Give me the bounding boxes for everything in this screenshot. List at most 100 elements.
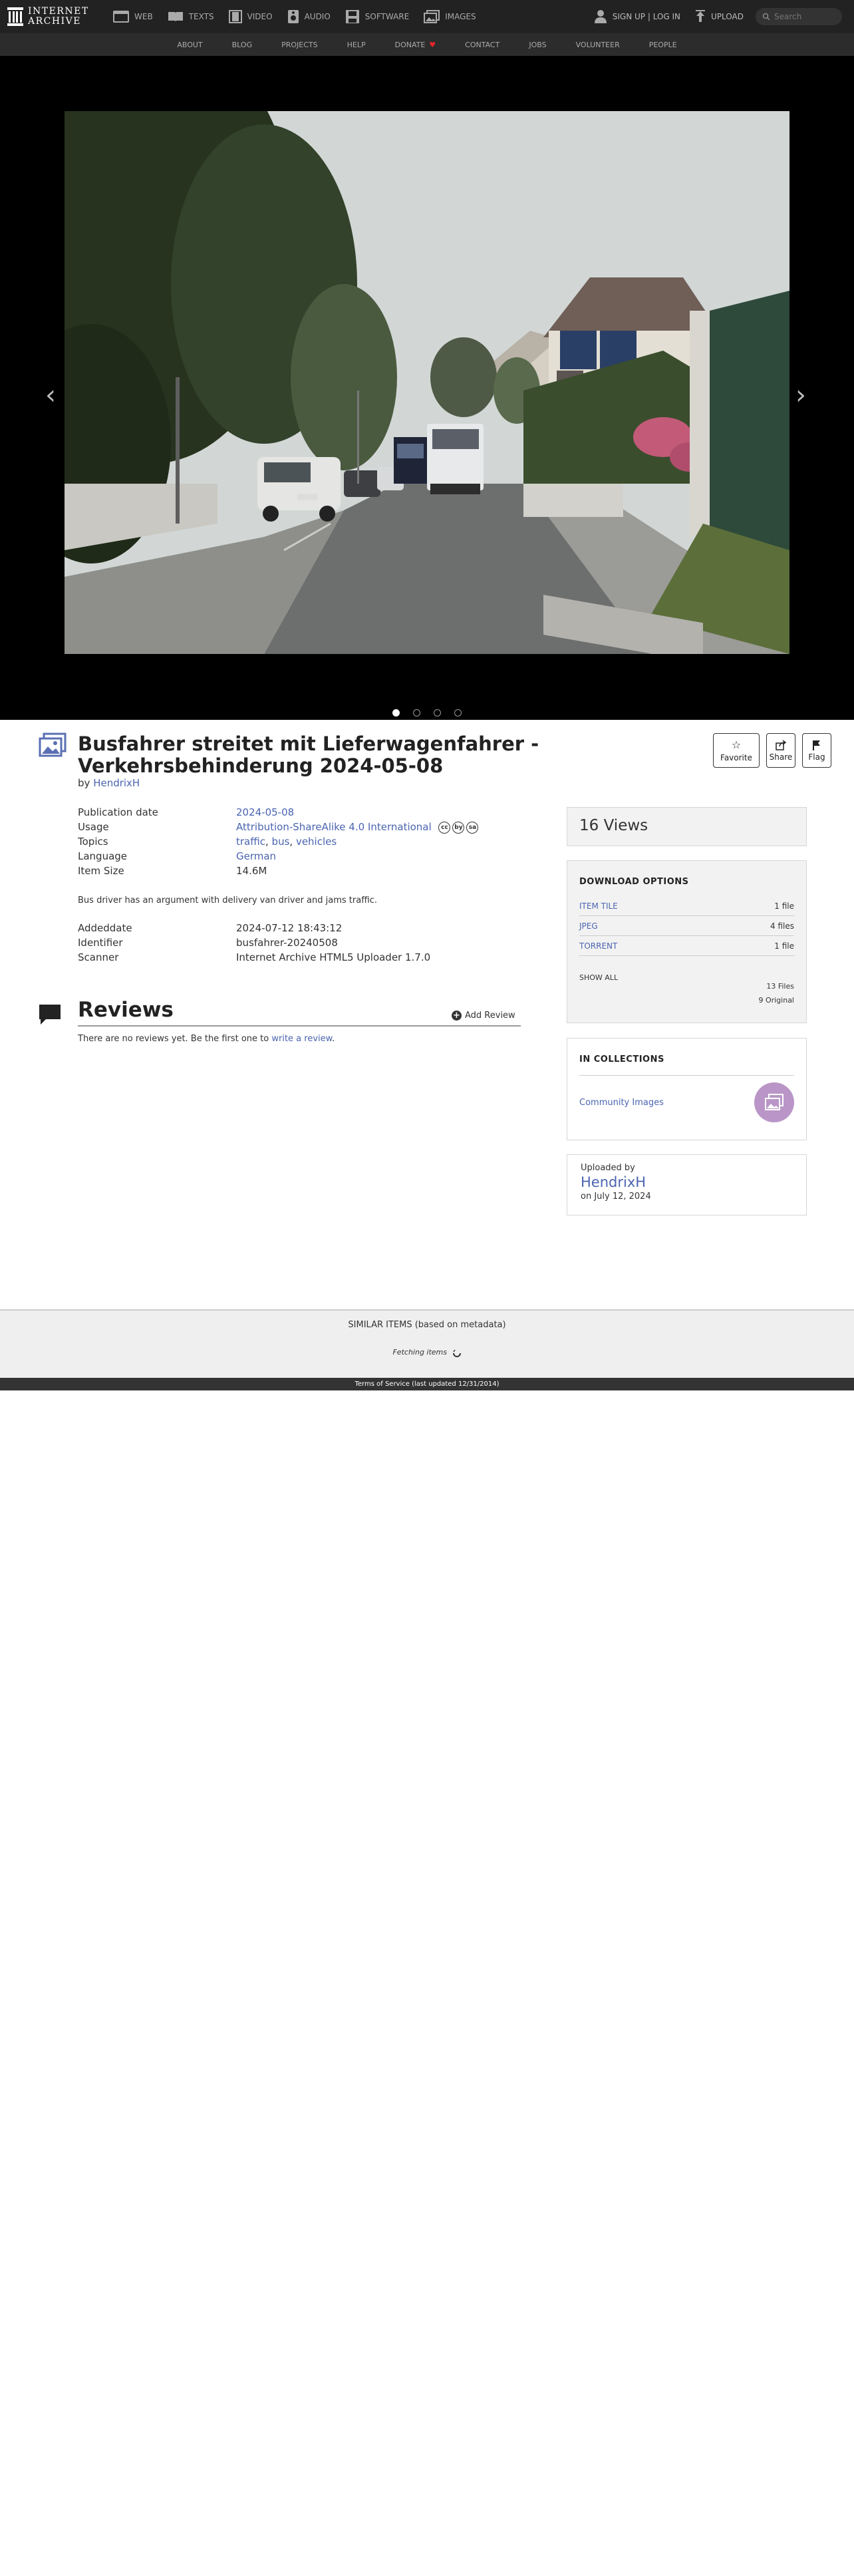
previous-image-button[interactable]: ‹ [45,382,56,408]
fetching-status: Fetching items [0,1348,854,1357]
meta-row-identifier: Identifier busfahrer-20240508 [78,935,430,950]
meta-row-item-size: Item Size 14.6M [78,864,521,878]
language-link[interactable]: German [236,849,276,864]
flag-button[interactable]: Flag [802,733,831,768]
subnav-projects[interactable]: PROJECTS [281,41,318,49]
search-input[interactable] [774,12,834,21]
license-link[interactable]: Attribution-ShareAlike 4.0 International [236,821,432,833]
publication-date-link[interactable]: 2024-05-08 [236,805,294,820]
write-review-link[interactable]: write a review [271,1034,332,1044]
addeddate-value: 2024-07-12 18:43:12 [236,922,343,934]
logo-line-2: ARCHIVE [28,16,81,27]
download-file-count: 1 file [774,901,794,911]
star-icon: ☆ [731,738,742,751]
download-file-count: 1 file [774,941,794,951]
topic-link[interactable]: vehicles [296,836,337,848]
search-box[interactable] [756,8,842,25]
download-format-link[interactable]: TORRENT [579,941,617,951]
views-count: 16 Views [579,817,648,834]
slide-dot[interactable] [454,709,462,717]
topic-link[interactable]: bus [272,836,290,848]
item-description: Bus driver has an argument with delivery… [78,895,378,905]
meta-key: Item Size [78,865,124,877]
internet-archive-logo[interactable]: INTERNET ARCHIVE [7,7,106,27]
collections-divider [579,1075,794,1076]
download-file-count: 4 files [770,921,794,931]
nav-video[interactable]: VIDEO [228,10,273,23]
meta-row-publication-date: Publication date 2024-05-08 [78,805,521,820]
download-format-link[interactable]: JPEG [579,921,598,931]
media-nav: WEB TEXTS VIDEO AUDIO SOFTWARE IMAGES [113,9,491,24]
show-all-link[interactable]: SHOW ALL [579,973,618,982]
subnav-donate[interactable]: DONATE ♥ [395,41,436,49]
slide-dot[interactable] [434,709,441,717]
nav-images[interactable]: IMAGES [424,10,476,23]
meta-key: Addeddate [78,922,132,934]
meta-key: Language [78,850,128,862]
heart-icon: ♥ [429,40,436,49]
item-photo[interactable] [65,111,789,654]
nav-web[interactable]: WEB [113,11,153,23]
item-actions: ☆ Favorite Share Flag [706,733,831,768]
upload-icon [696,10,706,22]
creator-link[interactable]: HendrixH [93,777,140,789]
next-image-button[interactable]: › [795,382,806,408]
slide-dot[interactable] [413,709,420,717]
no-reviews-message: There are no reviews yet. Be the first o… [78,1034,335,1044]
collection-thumbnail[interactable] [754,1082,794,1122]
nav-software-label: SOFTWARE [364,12,410,21]
download-format-link[interactable]: ITEM TILE [579,901,618,911]
subnav-blog[interactable]: BLOG [232,41,252,49]
subnav-jobs[interactable]: JOBS [529,41,546,49]
software-icon [345,10,359,23]
uploaded-by-label: Uploaded by [581,1163,635,1173]
no-reviews-suffix: . [332,1034,335,1044]
license-badges[interactable]: cc by sa [438,821,479,834]
subnav-help[interactable]: HELP [347,41,366,49]
nav-audio[interactable]: AUDIO [287,9,331,24]
fetching-text: Fetching items [392,1348,448,1357]
similar-items-heading: SIMILAR ITEMS (based on metadata) [348,1320,506,1330]
subnav-people[interactable]: PEOPLE [649,41,677,49]
similar-items-section: SIMILAR ITEMS (based on metadata) Fetchi… [0,1309,854,1378]
upload-date: on July 12, 2024 [581,1192,651,1202]
video-icon [228,10,242,23]
secondary-nav: ABOUT BLOG PROJECTS HELP DONATE ♥ CONTACT… [0,33,854,56]
total-files[interactable]: 13 Files [579,982,794,991]
topic-link[interactable]: traffic [236,836,265,848]
original-files[interactable]: 9 Original [579,996,794,1005]
web-icon [113,11,129,23]
collection-link[interactable]: Community Images [579,1098,664,1108]
subnav-contact[interactable]: CONTACT [465,41,499,49]
street-photo [65,111,789,654]
upload-link[interactable]: UPLOAD [695,10,744,23]
terms-of-service-link[interactable]: Terms of Service (last updated 12/31/201… [355,1380,499,1388]
views-count-box: 16 Views [567,807,807,846]
by-badge-icon: by [452,821,465,834]
meta-key: Scanner [78,951,119,963]
collection-row: Community Images [579,1082,794,1122]
nav-video-label: VIDEO [247,12,273,21]
sign-in-link[interactable]: SIGN UP | LOG IN [594,9,680,24]
subnav-about[interactable]: ABOUT [177,41,202,49]
meta-row-scanner: Scanner Internet Archive HTML5 Uploader … [78,950,430,965]
uploader-link[interactable]: HendrixH [581,1174,793,1190]
nav-software[interactable]: SOFTWARE [345,9,409,24]
no-reviews-text: There are no reviews yet. Be the first o… [78,1034,272,1044]
slide-dot[interactable] [392,709,400,717]
images-icon [424,10,440,23]
item-title: Busfahrer streitet mit Lieferwagenfahrer… [78,732,539,777]
meta-row-usage: Usage Attribution-ShareAlike 4.0 Interna… [78,820,521,834]
download-options-heading: DOWNLOAD OPTIONS [579,877,689,887]
by-label: by [78,777,90,789]
share-button[interactable]: Share [766,733,795,768]
nav-audio-label: AUDIO [304,12,331,21]
reviews-divider [78,1025,521,1027]
add-review-button[interactable]: + Add Review [452,1011,515,1021]
nav-texts[interactable]: TEXTS [168,11,214,23]
nav-images-label: IMAGES [445,12,476,21]
subnav-volunteer[interactable]: VOLUNTEER [576,41,620,49]
share-icon [776,739,786,750]
plus-circle-icon: + [452,1011,462,1021]
favorite-button[interactable]: ☆ Favorite [713,733,760,768]
